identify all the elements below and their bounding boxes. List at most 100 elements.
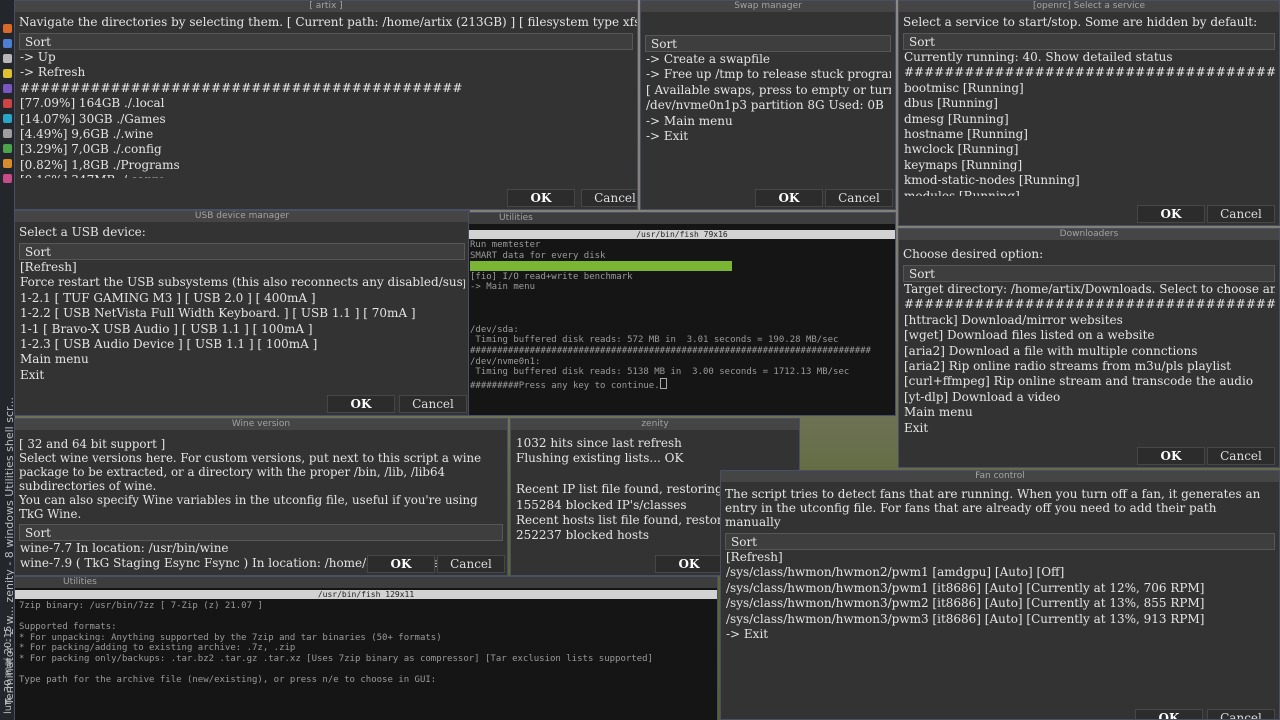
list-item[interactable]: 1-1 [ Bravo-X USB Audio ] [ USB 1.1 ] [ … [20, 322, 465, 337]
window-fan-control[interactable]: Fan control The script tries to detect f… [720, 470, 1280, 720]
list-item[interactable]: /sys/class/hwmon/hwmon3/pwm2 [it8686] [A… [726, 596, 1275, 611]
launcher-icon[interactable] [2, 69, 12, 78]
list-item[interactable]: -> Free up /tmp to release stuck program… [646, 67, 891, 82]
list-item[interactable]: /sys/class/hwmon/hwmon3/pwm1 [it8686] [A… [726, 581, 1275, 596]
launcher-icon[interactable] [2, 144, 12, 153]
window-artix[interactable]: [ artix ] Navigate the directories by se… [14, 0, 638, 210]
launcher-icon[interactable] [2, 99, 12, 108]
list-item[interactable]: Main menu [904, 405, 1275, 420]
terminal-7zip[interactable]: Utilities /usr/bin/fish 129x11 7zip bina… [14, 576, 718, 720]
list-item[interactable]: [ Available swaps, press to empty or tur… [646, 83, 891, 98]
list-item[interactable]: [4.49%] 9,6GB ./.wine [20, 127, 633, 142]
taskbar-launchers[interactable] [0, 18, 14, 183]
list-item[interactable]: -> Refresh [20, 65, 633, 80]
list-item[interactable]: [3.29%] 7,0GB ./.config [20, 142, 633, 157]
launcher-icon[interactable] [2, 114, 12, 123]
sort-column-header[interactable]: Sort [903, 33, 1275, 50]
usb-device-list[interactable]: [Refresh] Force restart the USB subsystem… [19, 260, 465, 383]
launcher-icon[interactable] [2, 24, 12, 33]
list-item[interactable]: bootmisc [Running] [904, 81, 1275, 96]
list-item[interactable]: ########################################… [20, 81, 633, 96]
list-item[interactable]: /sys/class/hwmon/hwmon2/pwm1 [amdgpu] [A… [726, 565, 1275, 580]
terminal-output[interactable]: 7zip binary: /usr/bin/7zz [ 7-Zip (z) 21… [19, 601, 715, 686]
list-item[interactable]: [77.09%] 164GB ./.local [20, 96, 633, 111]
cancel-button[interactable]: Cancel [1207, 205, 1275, 223]
window-title[interactable]: [openrc] Select a service [899, 1, 1279, 12]
directory-list[interactable]: -> Up -> Refresh #########################… [19, 50, 633, 178]
window-title[interactable]: Fan control [721, 471, 1279, 482]
list-item[interactable]: [wget] Download files listed on a websit… [904, 328, 1275, 343]
ok-button[interactable]: OK [655, 555, 723, 573]
list-item[interactable]: dbus [Running] [904, 96, 1275, 111]
list-item[interactable]: [yt-dlp] Download a video [904, 390, 1275, 405]
downloader-option-list[interactable]: Target directory: /home/artix/Downloads.… [903, 282, 1275, 436]
list-item[interactable]: 1032 hits since last refresh [516, 436, 795, 451]
list-item[interactable]: 1-2.2 [ USB NetVista Full Width Keyboard… [20, 306, 465, 321]
ok-button[interactable]: OK [755, 189, 823, 207]
list-item[interactable]: [aria2] Download a file with multiple co… [904, 344, 1275, 359]
list-item[interactable]: kmod-static-nodes [Running] [904, 173, 1275, 188]
window-title[interactable]: USB device manager [15, 211, 469, 222]
cancel-button[interactable]: Cancel [581, 189, 637, 207]
launcher-icon[interactable] [2, 159, 12, 168]
list-item[interactable]: -> Main menu [646, 114, 891, 129]
sort-column-header[interactable]: Sort [725, 533, 1275, 550]
cancel-button[interactable]: Cancel [1207, 447, 1275, 465]
launcher-icon[interactable] [2, 129, 12, 138]
window-title[interactable]: Downloaders [899, 229, 1279, 240]
sort-column-header[interactable]: Sort [19, 243, 465, 260]
list-item[interactable]: -> Exit [726, 627, 1275, 642]
list-item[interactable]: Flushing existing lists... OK [516, 451, 795, 466]
list-item[interactable]: [14.07%] 30GB ./Games [20, 112, 633, 127]
ok-button[interactable]: OK [1137, 447, 1205, 465]
list-item[interactable]: /sys/class/hwmon/hwmon3/pwm3 [it8686] [A… [726, 612, 1275, 627]
fan-list[interactable]: [Refresh]/sys/class/hwmon/hwmon2/pwm1 [a… [725, 550, 1275, 642]
list-item[interactable]: [Refresh] [20, 260, 465, 275]
window-title[interactable]: Utilities [469, 213, 895, 224]
sort-column-header[interactable]: Sort [903, 265, 1275, 282]
ok-button[interactable]: OK [367, 555, 435, 573]
list-item[interactable]: hwclock [Running] [904, 142, 1275, 157]
window-openrc-services[interactable]: [openrc] Select a service Select a servi… [898, 0, 1280, 226]
list-item[interactable]: /dev/nvme0n1p3 partition 8G Used: 0B [646, 98, 891, 113]
ok-button[interactable]: OK [327, 395, 395, 413]
list-item[interactable]: Exit [904, 421, 1275, 436]
window-downloaders[interactable]: Downloaders Choose desired option: Sort … [898, 228, 1280, 468]
window-title[interactable]: Wine version [15, 419, 507, 430]
list-item[interactable]: Main menu [20, 352, 465, 367]
sort-column-header[interactable]: Sort [19, 33, 633, 50]
ok-button[interactable]: OK [1135, 709, 1203, 719]
terminal-disk-utilities[interactable]: Utilities /usr/bin/fish 79x16 Run memtes… [468, 212, 896, 416]
list-item[interactable]: [0.16%] 347MB ./.cargo [20, 173, 633, 178]
list-item[interactable]: [aria2] Rip online radio streams from m3… [904, 359, 1275, 374]
cancel-button[interactable]: Cancel [1207, 709, 1275, 719]
list-item[interactable]: [0.82%] 1,8GB ./Programs [20, 158, 633, 173]
list-item[interactable]: keymaps [Running] [904, 158, 1275, 173]
window-title[interactable]: Utilities [15, 577, 717, 588]
list-item[interactable]: [curl+ffmpeg] Rip online stream and tran… [904, 374, 1275, 389]
swap-option-list[interactable]: -> Create a swapfile -> Free up /tmp to r… [645, 52, 891, 144]
list-item[interactable]: -> Exit [646, 129, 891, 144]
cancel-button[interactable]: Cancel [437, 555, 505, 573]
list-item[interactable]: Currently running: 40. Show detailed sta… [904, 50, 1275, 65]
launcher-icon[interactable] [2, 174, 12, 183]
window-usb-device-manager[interactable]: USB device manager Select a USB device: … [14, 210, 470, 416]
launcher-icon[interactable] [2, 84, 12, 93]
list-item[interactable]: ########################################… [904, 297, 1275, 312]
window-swap-manager[interactable]: Swap manager Sort -> Create a swapfile ->… [640, 0, 896, 210]
service-list[interactable]: Currently running: 40. Show detailed sta… [903, 50, 1275, 196]
launcher-icon[interactable] [2, 54, 12, 63]
list-item[interactable]: Exit [20, 368, 465, 383]
ok-button[interactable]: OK [1137, 205, 1205, 223]
list-item[interactable]: Target directory: /home/artix/Downloads.… [904, 282, 1275, 297]
sort-column-header[interactable]: Sort [19, 524, 503, 541]
list-item[interactable]: ########################################… [904, 65, 1275, 80]
window-title[interactable]: zenity [511, 419, 799, 430]
list-item[interactable]: [httrack] Download/mirror websites [904, 313, 1275, 328]
taskbar-clock[interactable]: lun. 30 mai 20:15 [3, 626, 14, 714]
terminal-output[interactable]: Run memtester SMART data for every disk [f… [470, 240, 893, 391]
list-item[interactable]: -> Create a swapfile [646, 52, 891, 67]
window-title[interactable]: Swap manager [641, 1, 895, 12]
list-item[interactable]: -> Up [20, 50, 633, 65]
list-item[interactable]: [Refresh] [726, 550, 1275, 565]
